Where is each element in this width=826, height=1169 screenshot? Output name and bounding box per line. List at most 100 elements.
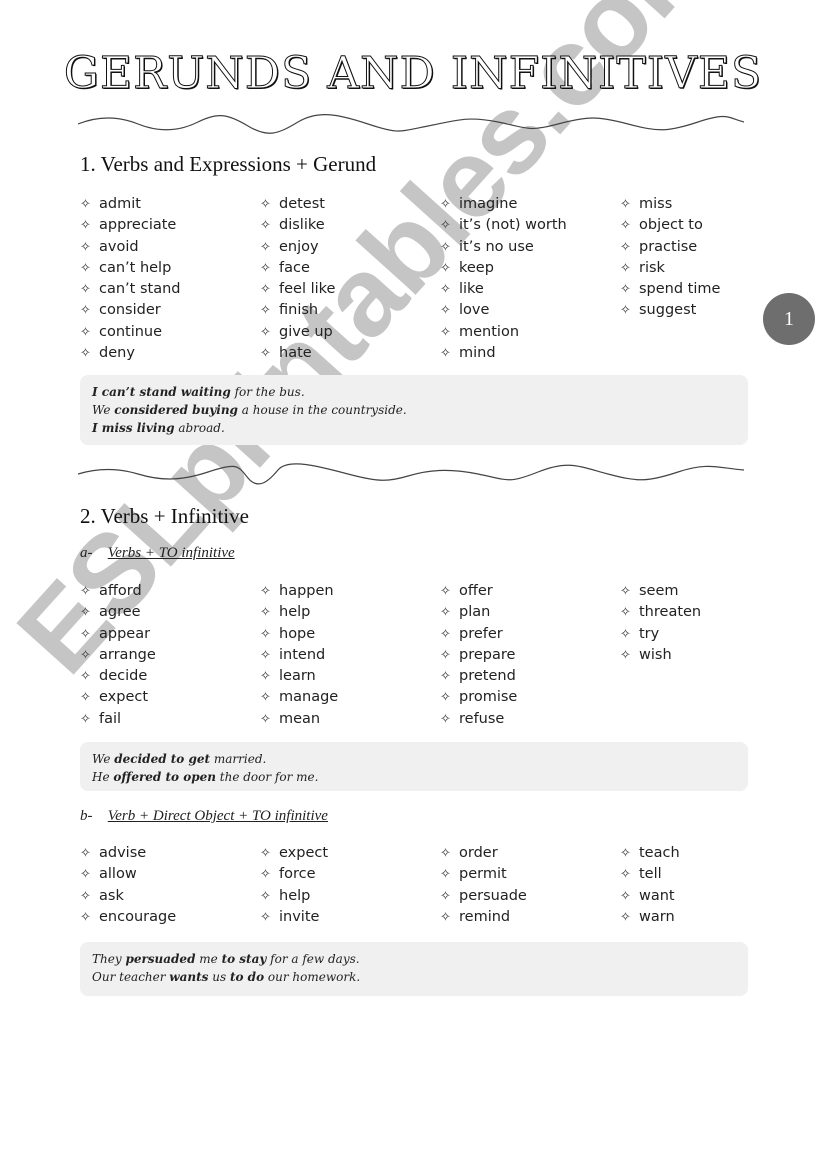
verb-text: it’s no use xyxy=(459,238,534,255)
verb-text: it’s (not) worth xyxy=(459,217,567,234)
verb-text: warn xyxy=(639,908,675,925)
verb-list-item: ✧ give up xyxy=(260,322,440,343)
four-point-star-bullet-icon: ✧ xyxy=(260,626,271,642)
sentence-text: for a few days. xyxy=(266,952,360,966)
verb-text: practise xyxy=(639,238,698,255)
verb-list-item: ✧ miss xyxy=(620,194,760,215)
verb-list-item: ✧ hope xyxy=(260,624,440,645)
verb-text: fail xyxy=(99,710,122,727)
four-point-star-bullet-icon: ✧ xyxy=(80,218,91,234)
verb-text: ask xyxy=(99,887,124,904)
verb-list-item: ✧ arrange xyxy=(80,645,260,666)
verb-list-item: ✧ deny xyxy=(80,343,260,364)
verb-list-item: ✧ help xyxy=(260,886,440,907)
four-point-star-bullet-icon: ✧ xyxy=(260,197,271,212)
verb-text: keep xyxy=(459,259,494,276)
four-point-star-bullet-icon: ✧ xyxy=(440,846,451,861)
four-point-star-bullet-icon: ✧ xyxy=(620,867,631,883)
sentence-text: for the bus. xyxy=(230,385,305,399)
verb-list-item: ✧ can’t stand xyxy=(80,279,260,300)
verb-list-item: ✧ seem xyxy=(620,581,760,602)
verb-list-item: ✧ warn xyxy=(620,907,760,928)
four-point-star-bullet-icon: ✧ xyxy=(80,303,91,319)
verb-text: intend xyxy=(279,646,326,663)
four-point-star-bullet-icon: ✧ xyxy=(620,909,631,925)
verb-list-item: ✧ threaten xyxy=(620,602,760,623)
verb-list-item: ✧ persuade xyxy=(440,886,620,907)
verb-text: arrange xyxy=(99,646,156,663)
verb-list-item: ✧ appear xyxy=(80,624,260,645)
four-point-star-bullet-icon: ✧ xyxy=(620,647,631,663)
verb-text: object to xyxy=(639,217,703,234)
verb-column: ✧ seem ✧ threaten ✧ try ✧ wish xyxy=(620,581,760,730)
sentence-text: us xyxy=(208,970,230,984)
verb-list-item: ✧ plan xyxy=(440,602,620,623)
verb-list-item: ✧ love xyxy=(440,300,620,321)
four-point-star-bullet-icon: ✧ xyxy=(620,846,631,861)
verb-text: love xyxy=(459,302,490,319)
object-infinitive-examples-box: They persuaded me to stay for a few days… xyxy=(80,942,748,996)
wavy-divider-top xyxy=(78,114,744,134)
verb-text: can’t help xyxy=(99,259,172,276)
verb-list-item: ✧ can’t help xyxy=(80,258,260,279)
four-point-star-bullet-icon: ✧ xyxy=(440,669,451,685)
worksheet-page: ESLprintables.com GERUNDS AND INFINITIVE… xyxy=(0,0,826,1169)
verb-list-item: ✧ try xyxy=(620,624,760,645)
four-point-star-bullet-icon: ✧ xyxy=(440,584,451,599)
verb-text: dislike xyxy=(279,217,325,234)
four-point-star-bullet-icon: ✧ xyxy=(440,239,451,255)
four-point-star-bullet-icon: ✧ xyxy=(440,909,451,925)
verb-text: promise xyxy=(459,689,518,706)
sentence-text: Our teacher xyxy=(92,970,170,984)
verb-column: ✧ teach ✧ tell ✧ want ✧ warn xyxy=(620,843,760,928)
verb-text: advise xyxy=(99,845,147,861)
verb-list-item: ✧ allow xyxy=(80,864,260,885)
four-point-star-bullet-icon: ✧ xyxy=(440,303,451,319)
section-1-heading: 1. Verbs and Expressions + Gerund xyxy=(80,152,377,176)
section-2-heading: 2. Verbs + Infinitive xyxy=(80,504,249,528)
page-number-badge: 1 xyxy=(763,293,815,345)
highlighted-phrase: considered buying xyxy=(114,403,238,417)
verb-text: plan xyxy=(459,604,491,621)
four-point-star-bullet-icon: ✧ xyxy=(260,324,271,340)
verb-list-item: ✧ advise xyxy=(80,843,260,864)
four-point-star-bullet-icon: ✧ xyxy=(260,218,271,234)
verb-column: ✧ advise ✧ allow ✧ ask ✧ encourage xyxy=(80,843,260,928)
verb-text: learn xyxy=(279,668,316,685)
four-point-star-bullet-icon: ✧ xyxy=(440,605,451,621)
verb-list-item: ✧ detest xyxy=(260,194,440,215)
example-sentence: I miss living abroad. xyxy=(92,419,736,437)
verb-column: ✧ happen ✧ help ✧ hope ✧ intend ✧ learn ✧ manage ✧ me… xyxy=(260,581,440,730)
verb-text: avoid xyxy=(99,238,139,255)
four-point-star-bullet-icon: ✧ xyxy=(80,197,91,212)
highlighted-phrase: decided to get xyxy=(114,752,211,766)
sentence-text: married. xyxy=(210,752,267,766)
page-title: GERUNDS AND INFINITIVES xyxy=(0,48,826,100)
verb-list-item: ✧ admit xyxy=(80,194,260,215)
subsection-a-title: Verbs + TO infinitive xyxy=(107,545,235,561)
four-point-star-bullet-icon: ✧ xyxy=(620,218,631,234)
gerund-verb-list: ✧ admit ✧ appreciate ✧ avoid ✧ can’t help ✧ can’t… xyxy=(80,194,760,364)
four-point-star-bullet-icon: ✧ xyxy=(80,846,91,861)
example-sentence: He offered to open the door for me. xyxy=(92,768,736,786)
highlighted-phrase: persuaded xyxy=(125,952,196,966)
sentence-text: abroad. xyxy=(174,421,225,435)
verb-text: happen xyxy=(279,583,334,599)
verb-list-item: ✧ decide xyxy=(80,666,260,687)
subsection-a-heading: a- Verbs + TO infinitive xyxy=(80,545,235,562)
four-point-star-bullet-icon: ✧ xyxy=(80,669,91,685)
four-point-star-bullet-icon: ✧ xyxy=(620,239,631,255)
four-point-star-bullet-icon: ✧ xyxy=(260,909,271,925)
verb-text: feel like xyxy=(279,281,336,298)
four-point-star-bullet-icon: ✧ xyxy=(260,846,271,861)
four-point-star-bullet-icon: ✧ xyxy=(80,867,91,883)
verb-list-item: ✧ tell xyxy=(620,864,760,885)
verb-list-item: ✧ mean xyxy=(260,709,440,730)
verb-text: detest xyxy=(279,196,325,212)
four-point-star-bullet-icon: ✧ xyxy=(620,605,631,621)
verb-text: order xyxy=(459,845,498,861)
verb-text: manage xyxy=(279,689,339,706)
verb-column: ✧ detest ✧ dislike ✧ enjoy ✧ face ✧ feel like ✧ fin… xyxy=(260,194,440,364)
four-point-star-bullet-icon: ✧ xyxy=(80,711,91,727)
verb-text: expect xyxy=(99,689,149,706)
